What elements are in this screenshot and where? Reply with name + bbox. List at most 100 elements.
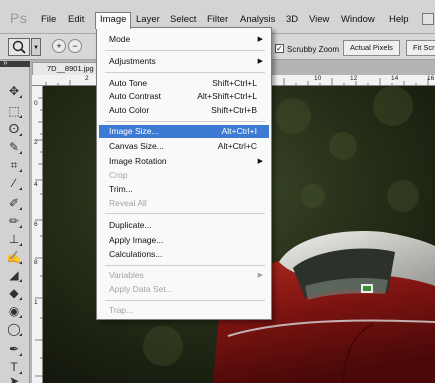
ruler-ticks [35,97,43,377]
dodge-tool-icon[interactable]: ◯ [5,321,23,337]
menu-item-apply-image[interactable]: Apply Image... [109,234,267,247]
tools-panel: » ✥ ⬚ ⵙ ✎ ⌗ ⁄ ✐ ✏ ⊥ ✍ ◢ ◆ ◉ ◯ ✒ T ➤ [0,58,30,383]
menu-separator [105,213,265,214]
vertical-ruler: 0 2 4 6 8 1 [32,86,43,383]
move-tool-icon[interactable]: ✥ [5,83,23,99]
submenu-arrow-icon: ▶ [257,272,263,279]
ruler-v-number: 1 [34,299,38,306]
ruler-h-number: 16 [427,75,435,82]
menu-item-shortcut: Alt+Ctrl+I [221,126,257,136]
menu-item-auto-color[interactable]: Auto Color Shift+Ctrl+B [109,104,267,117]
menu-edit[interactable]: Edit [68,14,84,25]
actual-pixels-button[interactable]: Actual Pixels [343,40,400,56]
ruler-v-number: 4 [34,181,38,188]
menu-item-label: Apply Data Set... [109,284,173,294]
menu-separator [105,72,265,73]
menu-item-label: Auto Color [109,105,150,115]
menu-item-label: Image Rotation [109,156,167,166]
ruler-h-number: 12 [350,75,358,82]
lasso-tool-icon[interactable]: ⵙ [5,121,23,137]
menu-separator [105,121,265,122]
ruler-h-number: 2 [85,75,89,82]
menu-analysis[interactable]: Analysis [240,14,275,25]
menu-item-apply-data-set[interactable]: Apply Data Set... [109,283,267,296]
menu-item-label: Adjustments [109,56,156,66]
marquee-tool-icon[interactable]: ⬚ [5,103,23,119]
menu-item-shortcut: Shift+Ctrl+B [211,105,257,115]
workspace-button[interactable] [422,13,434,25]
eyedropper-tool-icon[interactable]: ⁄ [5,175,23,191]
menu-item-label: Image Size... [109,126,159,136]
ruler-v-number: 8 [34,259,38,266]
menu-item-variables[interactable]: Variables ▶ [109,269,267,282]
menu-item-label: Auto Contrast [109,91,161,101]
menu-item-label: Auto Tone [109,78,148,88]
blur-tool-icon[interactable]: ◉ [5,303,23,319]
menu-item-canvas-size[interactable]: Canvas Size... Alt+Ctrl+C [109,140,267,153]
menu-separator [105,300,265,301]
menu-window[interactable]: Window [341,14,375,25]
brush-tool-icon[interactable]: ✏ [5,213,23,229]
menu-item-duplicate[interactable]: Duplicate... [109,219,267,232]
history-brush-tool-icon[interactable]: ✍ [5,249,23,265]
eraser-tool-icon[interactable]: ◢ [5,267,23,283]
menu-item-image-size[interactable]: Image Size... Alt+Ctrl+I [99,125,269,138]
menu-item-crop[interactable]: Crop [109,169,267,182]
paint-bucket-tool-icon[interactable]: ◆ [5,285,23,301]
menu-item-mode[interactable]: Mode ▶ [109,33,267,46]
menu-item-label: Variables [109,270,144,280]
menu-item-adjustments[interactable]: Adjustments ▶ [109,55,267,68]
document-tab[interactable]: 7D__8901.jpg [32,62,100,75]
scrubby-zoom-checkbox[interactable]: ✓ [275,44,284,53]
submenu-arrow-icon: ▶ [257,36,263,43]
ruler-v-number: 0 [34,100,38,107]
path-selection-tool-icon[interactable]: ➤ [5,373,23,383]
crop-tool-icon[interactable]: ⌗ [5,157,23,173]
chevron-down-icon[interactable]: ▼ [31,38,41,56]
menu-item-label: Calculations... [109,249,163,259]
menu-select[interactable]: Select [170,14,196,25]
ruler-v-number: 6 [34,221,38,228]
image-menu-dropdown: Mode ▶ Adjustments ▶ Auto Tone Shift+Ctr… [96,27,272,320]
menu-item-shortcut: Shift+Ctrl+L [212,78,257,88]
zoom-out-icon[interactable]: − [68,39,82,53]
menu-item-calculations[interactable]: Calculations... [109,248,267,261]
menu-item-label: Duplicate... [109,220,152,230]
ruler-v-number: 2 [34,139,38,146]
scrubby-zoom-label: Scrubby Zoom [287,45,340,54]
healing-brush-tool-icon[interactable]: ✐ [5,195,23,211]
menu-item-label: Crop [109,170,128,180]
menu-item-trap[interactable]: Trap... [109,304,267,317]
menu-item-auto-contrast[interactable]: Auto Contrast Alt+Shift+Ctrl+L [109,90,267,103]
pen-tool-icon[interactable]: ✒ [5,341,23,357]
menu-item-label: Trim... [109,184,133,194]
menu-file[interactable]: File [41,14,56,25]
clone-stamp-tool-icon[interactable]: ⊥ [5,231,23,247]
menu-image[interactable]: Image [95,12,132,29]
fit-screen-button[interactable]: Fit Scr [406,40,435,56]
submenu-arrow-icon: ▶ [257,58,263,65]
menu-3d[interactable]: 3D [286,14,298,25]
menu-item-label: Canvas Size... [109,141,164,151]
menu-filter[interactable]: Filter [207,14,228,25]
ruler-h-number: 14 [391,75,399,82]
menu-item-shortcut: Alt+Ctrl+C [217,141,257,151]
menu-layer[interactable]: Layer [136,14,160,25]
menu-item-label: Trap... [109,305,134,315]
tools-panel-header[interactable]: » [0,58,30,67]
menu-item-shortcut: Alt+Shift+Ctrl+L [197,91,257,101]
ruler-h-number: 10 [314,75,322,82]
menu-help[interactable]: Help [389,14,409,25]
menu-view[interactable]: View [309,14,329,25]
zoom-in-icon[interactable]: + [52,39,66,53]
quick-select-tool-icon[interactable]: ✎ [5,139,23,155]
checkmark-icon: ✓ [276,44,283,53]
tool-preset-picker[interactable] [8,38,30,56]
photoshop-logo: Ps [10,10,28,26]
document-tab-title: 7D__8901.jpg [47,64,94,73]
menu-item-trim[interactable]: Trim... [109,183,267,196]
menu-item-image-rotation[interactable]: Image Rotation ▶ [109,155,267,168]
menu-item-reveal-all[interactable]: Reveal All [109,197,267,210]
menu-item-auto-tone[interactable]: Auto Tone Shift+Ctrl+L [109,77,267,90]
menu-item-label: Reveal All [109,198,147,208]
